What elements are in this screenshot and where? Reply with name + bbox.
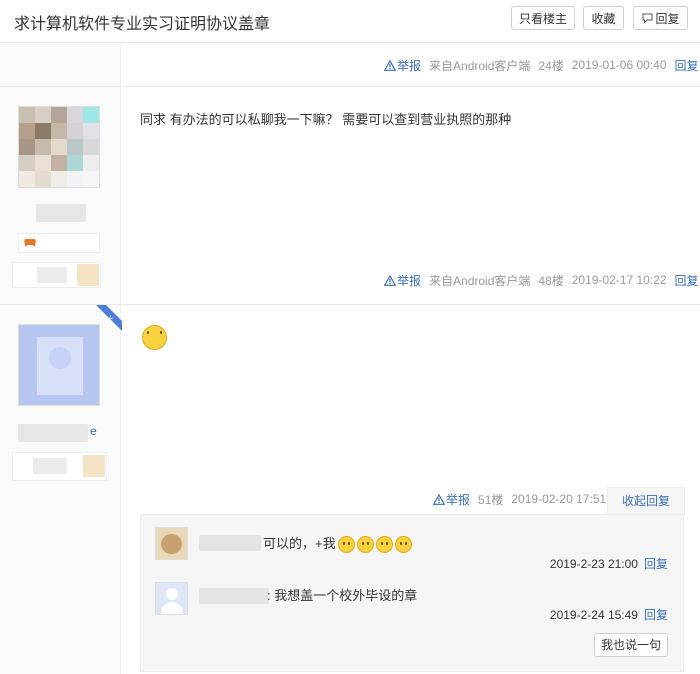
post-meta: 举报 来自Android客户端 24楼 2019-01-06 00:40 回复 <box>384 56 699 74</box>
post-time: 2019-02-17 10:22 <box>571 273 667 287</box>
report-link[interactable]: 举报 <box>433 491 470 508</box>
post-time: 2019-02-20 17:51 <box>511 492 607 506</box>
comment-time: 2019-2-24 15:49 <box>549 608 638 622</box>
comment-time: 2019-2-23 21:00 <box>549 557 638 571</box>
sweat-emoji-icon <box>337 536 355 554</box>
username-blurred[interactable] <box>36 204 86 222</box>
warning-icon <box>384 59 396 71</box>
post-meta: 举报 来自Android客户端 48楼 2019-02-17 10:22 回复 <box>384 271 699 289</box>
username-blurred[interactable] <box>18 424 88 442</box>
reply-link[interactable]: 回复 <box>675 272 699 289</box>
sweat-emoji-icon <box>394 536 412 554</box>
comment-box: 可以的，+我 2019-2-23 21:00 回复 : 我想盖一个校外毕设的章 2… <box>140 514 684 672</box>
comment-icon <box>642 13 653 24</box>
avatar[interactable] <box>18 106 100 188</box>
member-ribbon-icon: v <box>96 305 122 331</box>
comment-text: 可以的，+我 <box>263 536 336 551</box>
comment-meta: 2019-2-23 21:00 回复 <box>550 555 668 572</box>
post-content: 同求 有办法的可以私聊我一下嘛？ 需要可以查到营业执照的那种 <box>140 112 512 127</box>
post-divider <box>0 86 700 87</box>
report-link[interactable]: 举报 <box>384 272 421 289</box>
comment-text: : 我想盖一个校外毕设的章 <box>267 588 418 603</box>
username-suffix[interactable]: e <box>90 424 97 438</box>
floor-number: 24楼 <box>538 58 564 73</box>
comment-item: 可以的，+我 <box>263 533 412 554</box>
warning-icon <box>433 493 445 505</box>
collapse-replies-link[interactable]: 收起回复 <box>607 487 685 515</box>
avatar[interactable] <box>18 324 100 406</box>
user-level-badge <box>12 452 107 481</box>
thread-header: 求计算机软件专业实习证明协议盖章 只看楼主 收藏 回复 <box>0 0 700 43</box>
warning-icon <box>384 274 396 286</box>
reply-button[interactable]: 回复 <box>633 6 688 30</box>
comment-reply-link[interactable]: 回复 <box>644 608 668 622</box>
comment-avatar[interactable] <box>155 582 188 615</box>
comment-meta: 2019-2-24 15:49 回复 <box>550 606 668 623</box>
reply-button-label: 回复 <box>655 12 680 26</box>
comment-avatar[interactable] <box>155 527 188 560</box>
user-level-badge <box>12 262 101 288</box>
client-source: 来自Android客户端 <box>429 58 531 73</box>
sweat-emoji-icon <box>356 536 374 554</box>
client-source: 来自Android客户端 <box>429 273 531 288</box>
floor-number: 51楼 <box>478 492 504 507</box>
sweat-emoji-icon <box>375 536 393 554</box>
only-op-button[interactable]: 只看楼主 <box>511 6 575 30</box>
floor-number: 48楼 <box>538 273 564 288</box>
user-badge <box>18 233 100 253</box>
thread-title: 求计算机软件专业实习证明协议盖章 <box>14 16 271 33</box>
comment-reply-link[interactable]: 回复 <box>644 557 668 571</box>
reply-link[interactable]: 回复 <box>675 57 699 74</box>
post-time: 2019-01-06 00:40 <box>571 58 667 72</box>
post-meta: 举报 51楼 2019-02-20 17:51 <box>433 490 606 508</box>
add-comment-button[interactable]: 我也说一句 <box>594 633 668 657</box>
sweat-emoji-icon <box>142 325 167 350</box>
game-controller-icon <box>24 239 36 247</box>
report-link[interactable]: 举报 <box>384 57 421 74</box>
comment-username-blurred[interactable] <box>199 588 269 604</box>
comment-username-blurred[interactable] <box>199 535 261 551</box>
favorite-button[interactable]: 收藏 <box>583 6 624 30</box>
